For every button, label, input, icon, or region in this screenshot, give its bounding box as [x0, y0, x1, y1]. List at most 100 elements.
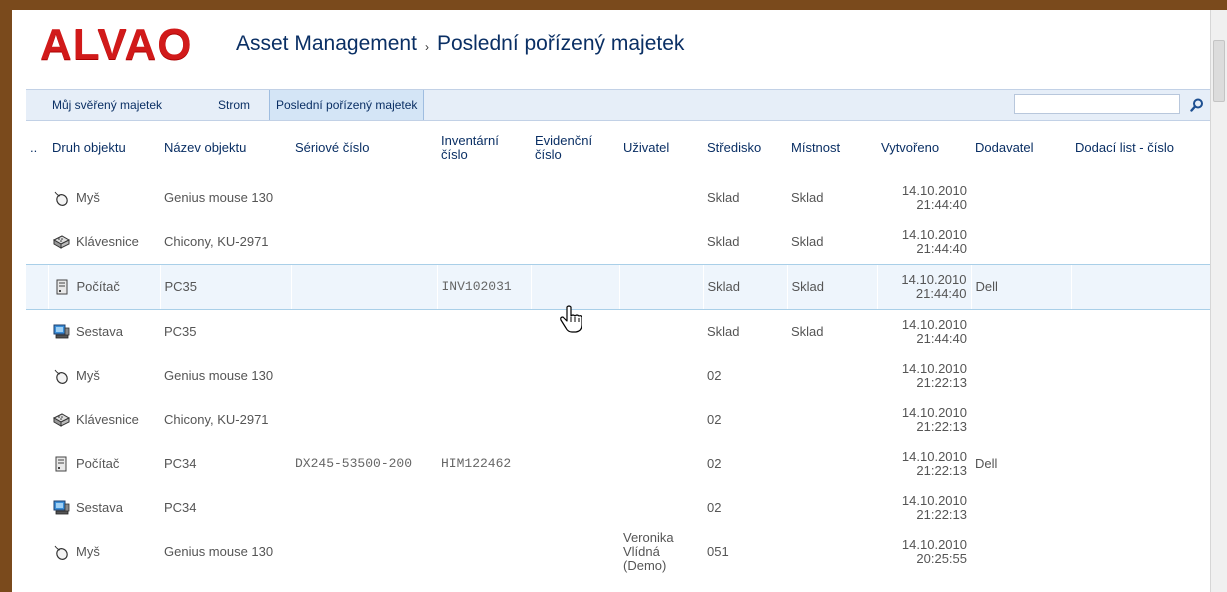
cell-inventarni — [437, 530, 531, 574]
cell-stredisko: Sklad — [707, 324, 740, 339]
cell-nazev[interactable]: PC35 — [160, 310, 291, 355]
table-row[interactable]: Klávesnice Chicony, KU-2971 Sklad Sklad 14.1… — [26, 220, 1211, 265]
cell-seriove — [291, 354, 437, 398]
cell-nazev[interactable]: Genius mouse 130 — [160, 176, 291, 220]
cell-druh: Myš — [48, 530, 160, 574]
breadcrumb-root[interactable]: Asset Management — [236, 32, 417, 56]
table-row[interactable]: Myš Genius mouse 130 Veronika Vlídná (Demo… — [26, 530, 1211, 574]
column-header-evidencni[interactable]: Evidenční číslo — [531, 120, 619, 176]
druh-label: Počítač — [76, 456, 120, 471]
row-select-cell[interactable] — [26, 176, 48, 220]
search-icon — [1190, 98, 1203, 112]
vytvoreno-time: 21:22:13 — [916, 419, 967, 434]
cell-nazev[interactable]: Chicony, KU-2971 — [160, 398, 291, 442]
table-row[interactable]: Sestava PC35 Sklad Sklad 14.10.2010 21:44:40 — [26, 310, 1211, 355]
cell-mistnost — [787, 354, 877, 398]
vytvoreno-date: 14.10.2010 — [901, 405, 967, 420]
row-select-cell[interactable] — [26, 354, 48, 398]
computer-icon — [52, 455, 70, 473]
cell-druh: Počítač — [48, 442, 160, 486]
cell-dodavatel: Dell — [970, 264, 1071, 310]
cell-stredisko: 02 — [707, 368, 722, 383]
cell-dodaci-list — [1071, 220, 1211, 265]
vytvoreno-time: 21:44:40 — [916, 331, 967, 346]
cell-nazev[interactable]: PC34 — [160, 486, 291, 530]
vytvoreno-date: 14.10.2010 — [901, 317, 967, 332]
cell-nazev[interactable]: Genius mouse 130 — [160, 354, 291, 398]
vertical-scrollbar[interactable] — [1210, 10, 1227, 592]
cell-evidencni — [531, 442, 619, 486]
row-select-cell[interactable] — [26, 310, 48, 355]
row-select-cell[interactable] — [26, 264, 48, 310]
cell-dodaci-list — [1070, 264, 1211, 310]
table-row[interactable]: Počítač PC34 DX245-53500-200 HIM122462 02 14.… — [26, 442, 1211, 486]
column-header-select[interactable]: .. — [26, 120, 48, 176]
column-header-druh[interactable]: Druh objektu — [48, 120, 160, 176]
table-row[interactable]: Myš Genius mouse 130 Sklad Sklad 14.10.2010 2… — [26, 176, 1211, 220]
cell-inventarni — [437, 486, 531, 530]
table-row[interactable]: Myš Genius mouse 130 02 14.10.2010 21:22:13 — [26, 354, 1211, 398]
cell-dodavatel — [971, 176, 1071, 220]
row-select-cell[interactable] — [26, 220, 48, 265]
search-button[interactable] — [1187, 95, 1207, 115]
scrollbar-thumb[interactable] — [1213, 40, 1225, 102]
breadcrumb-separator-icon: › — [424, 40, 429, 54]
vytvoreno-date: 14.10.2010 — [901, 183, 967, 198]
column-header-mistnost[interactable]: Místnost — [787, 120, 877, 176]
workstation-icon — [52, 499, 70, 517]
column-header-nazev[interactable]: Název objektu — [160, 120, 291, 176]
table-row[interactable]: Počítač PC35 INV102031 Sklad Sklad 14.10.2010… — [26, 264, 1211, 310]
column-header-vytvoreno[interactable]: Vytvořeno — [877, 120, 971, 176]
column-header-dodaci-list[interactable]: Dodací list - číslo — [1071, 120, 1211, 176]
cell-nazev[interactable]: PC35 — [159, 264, 291, 310]
cell-vytvoreno: 14.10.2010 21:22:13 — [877, 442, 971, 486]
table-row[interactable]: Klávesnice Chicony, KU-2971 02 14.10.2010 21… — [26, 398, 1211, 442]
cell-stredisko: Sklad — [707, 190, 740, 205]
column-header-inventarni[interactable]: Inventární číslo — [437, 120, 531, 176]
cell-druh: Myš — [48, 176, 160, 220]
cell-evidencni — [530, 264, 619, 310]
cell-seriove: DX245-53500-200 — [295, 456, 413, 471]
column-header-stredisko[interactable]: Středisko — [703, 120, 787, 176]
cell-dodavatel: Dell — [975, 456, 998, 471]
cell-nazev[interactable]: Chicony, KU-2971 — [160, 220, 291, 265]
column-header-dodavatel[interactable]: Dodavatel — [971, 120, 1071, 176]
cell-mistnost: Sklad — [791, 190, 824, 205]
cell-mistnost — [787, 442, 877, 486]
row-select-cell[interactable] — [26, 442, 48, 486]
tab-posledni-porizeny-majetek[interactable]: Poslední pořízený majetek — [269, 90, 425, 120]
row-select-cell[interactable] — [26, 530, 48, 574]
column-header-uzivatel[interactable]: Uživatel — [619, 120, 703, 176]
row-select-cell[interactable] — [26, 398, 48, 442]
druh-label: Myš — [76, 544, 100, 559]
alvao-logo[interactable]: ALVAO — [40, 20, 192, 70]
cell-vytvoreno: 14.10.2010 21:22:13 — [877, 354, 971, 398]
vytvoreno-date: 14.10.2010 — [901, 361, 967, 376]
cell-dodavatel — [971, 310, 1071, 355]
cell-dodavatel — [971, 486, 1071, 530]
cell-nazev[interactable]: Genius mouse 130 — [160, 530, 291, 574]
vytvoreno-time: 21:44:40 — [916, 241, 967, 256]
cell-vytvoreno: 14.10.2010 21:44:40 — [877, 176, 971, 220]
cell-evidencni — [531, 486, 619, 530]
table-row[interactable]: Sestava PC34 02 14.10.2010 21:22:13 — [26, 486, 1211, 530]
keyboard-icon — [52, 233, 70, 251]
cell-seriove — [291, 310, 437, 355]
hand-cursor-icon — [560, 305, 582, 333]
tab-muj-sverny-majetek[interactable]: Můj svěřený majetek — [46, 90, 168, 120]
cell-mistnost: Sklad — [786, 264, 877, 310]
search-input[interactable] — [1014, 94, 1180, 114]
row-select-cell[interactable] — [26, 486, 48, 530]
cell-stredisko: Sklad — [707, 234, 740, 249]
cell-stredisko: 02 — [707, 456, 722, 471]
cell-uzivatel — [619, 442, 703, 486]
cell-nazev[interactable]: PC34 — [160, 442, 291, 486]
druh-label: Klávesnice — [76, 412, 139, 427]
vytvoreno-date: 14.10.2010 — [901, 537, 967, 552]
cell-uzivatel — [619, 486, 703, 530]
cell-uzivatel — [619, 310, 703, 355]
cell-uzivatel — [619, 354, 703, 398]
tab-strom[interactable]: Strom — [212, 90, 256, 120]
cell-dodaci-list — [1071, 354, 1211, 398]
column-header-seriove[interactable]: Sériové číslo — [291, 120, 437, 176]
